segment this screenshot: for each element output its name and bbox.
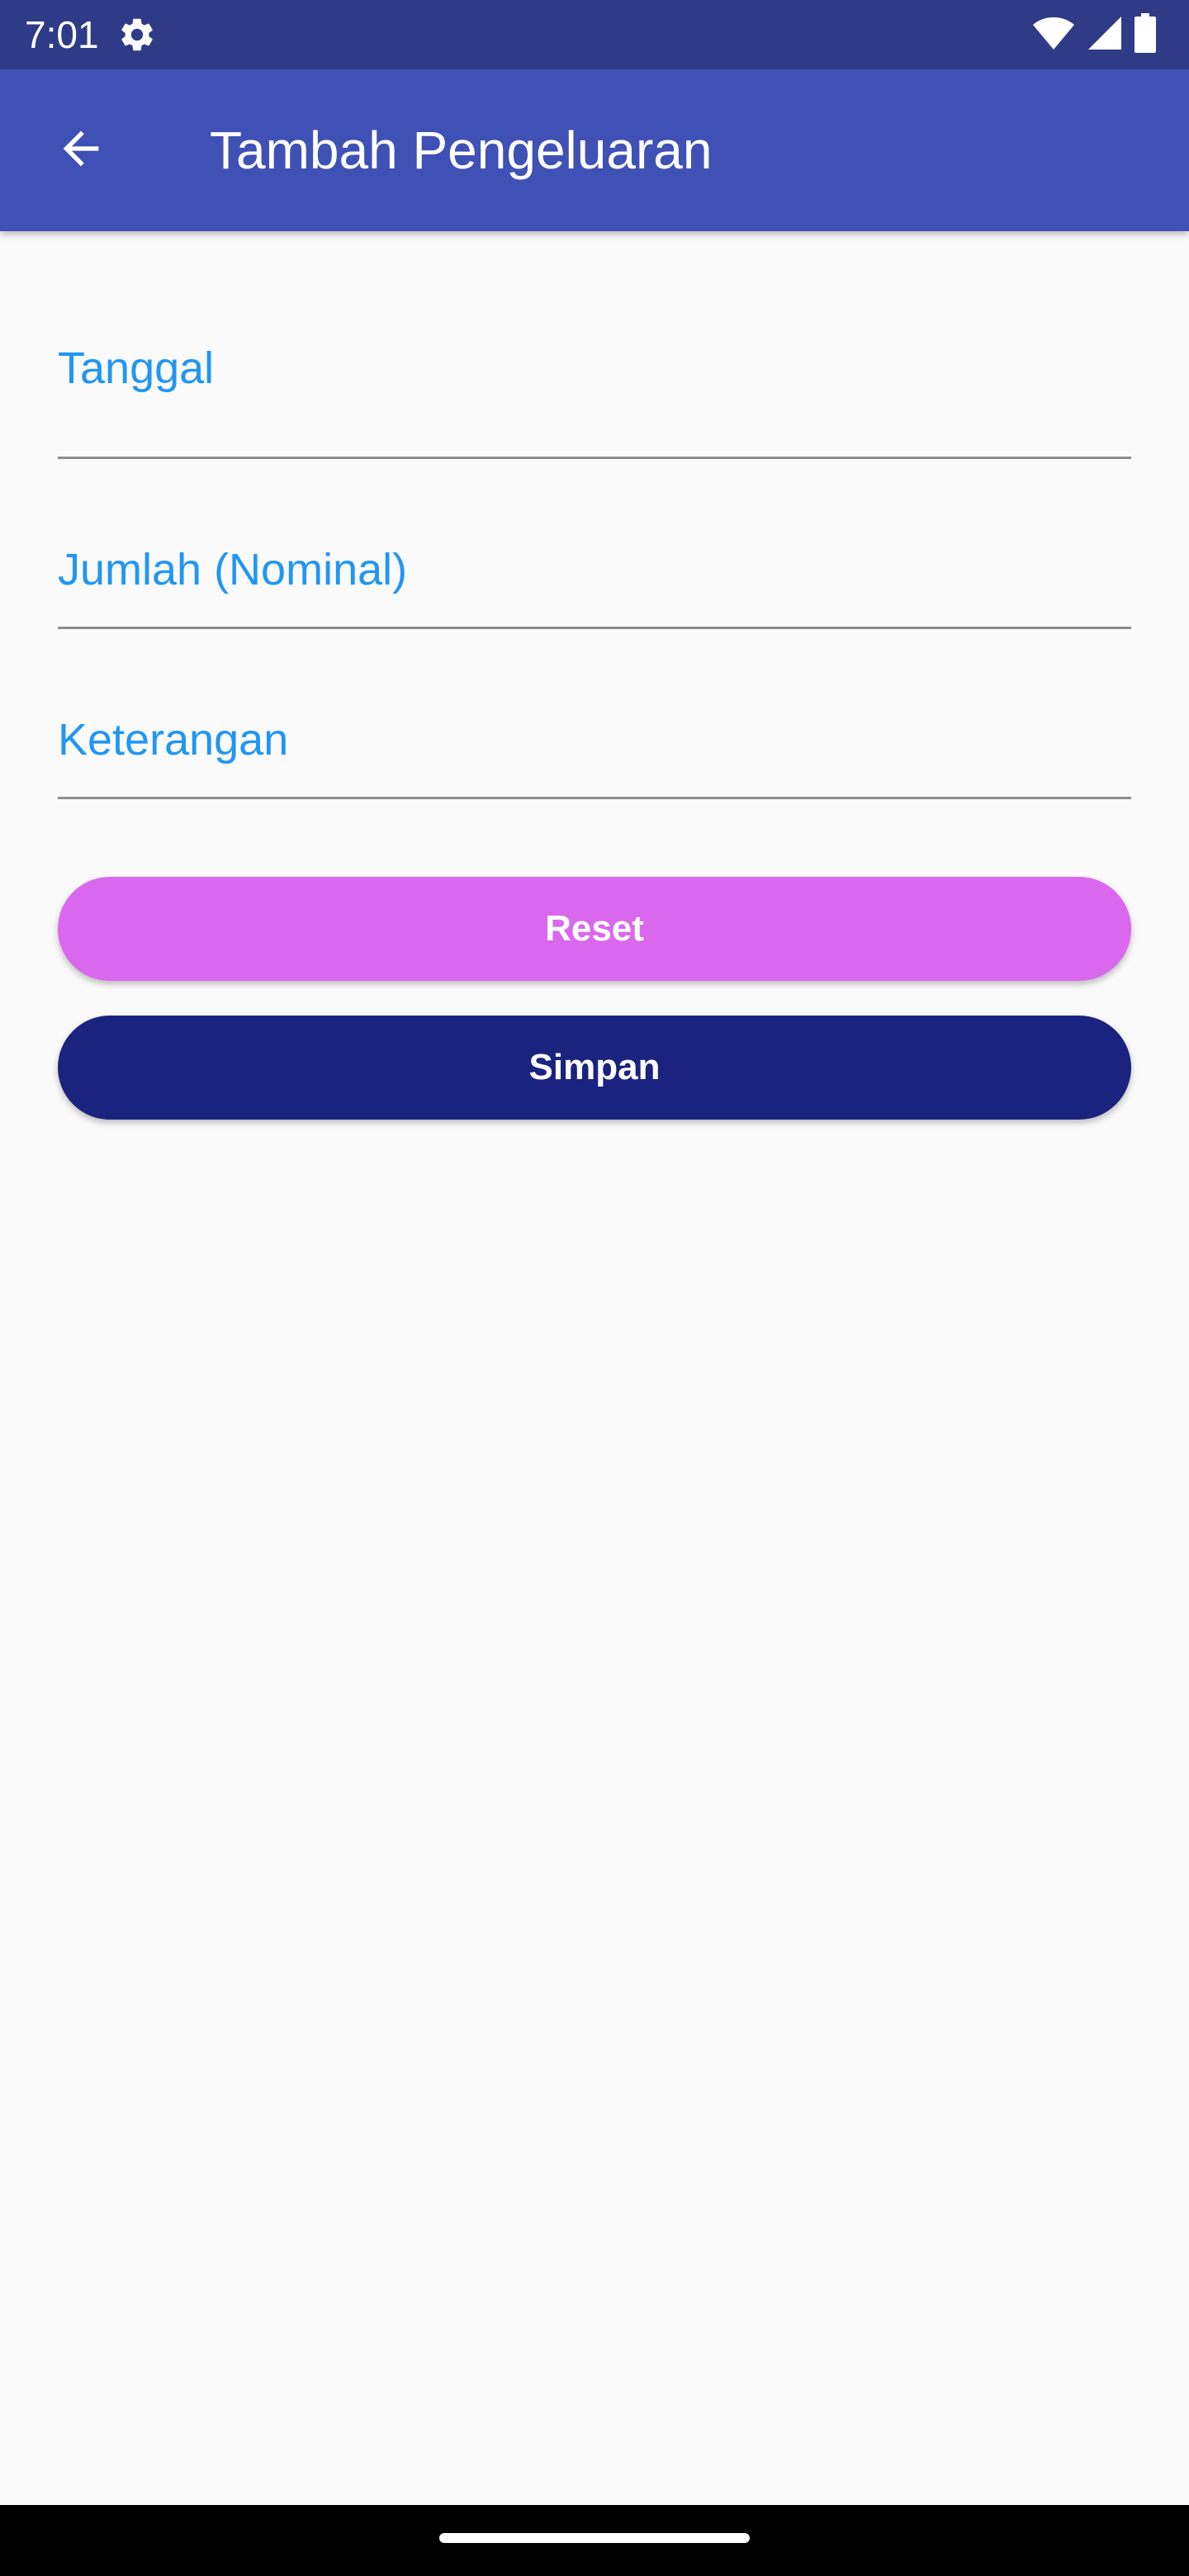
expense-form: Tanggal Jumlah (Nominal) Keterangan — [58, 231, 1131, 799]
back-button[interactable] — [41, 111, 121, 190]
home-handle[interactable] — [439, 2533, 750, 2543]
screen: 7:01 Tambah Pengeluaran Tanggal Jumlah (… — [0, 0, 1189, 2576]
description-field-underline — [58, 797, 1131, 799]
page-title: Tambah Pengeluaran — [210, 121, 713, 180]
wifi-icon — [1032, 15, 1075, 55]
save-button[interactable]: Simpan — [58, 1016, 1131, 1120]
app-bar: Tambah Pengeluaran — [0, 69, 1189, 231]
arrow-back-icon — [54, 122, 107, 179]
amount-field[interactable]: Jumlah (Nominal) — [58, 459, 1131, 629]
gear-icon — [117, 15, 157, 54]
status-icons — [1032, 12, 1156, 57]
date-field-label: Tanggal — [58, 343, 215, 393]
battery-icon — [1135, 12, 1156, 57]
status-time: 7:01 — [25, 13, 99, 56]
date-field[interactable]: Tanggal — [58, 231, 1131, 459]
description-field[interactable]: Keterangan — [58, 629, 1131, 799]
reset-button[interactable]: Reset — [58, 877, 1131, 981]
navigation-bar — [0, 2505, 1189, 2576]
signal-icon — [1087, 15, 1123, 55]
status-bar: 7:01 — [0, 0, 1189, 69]
amount-field-label: Jumlah (Nominal) — [58, 545, 408, 594]
description-field-label: Keterangan — [58, 715, 289, 765]
